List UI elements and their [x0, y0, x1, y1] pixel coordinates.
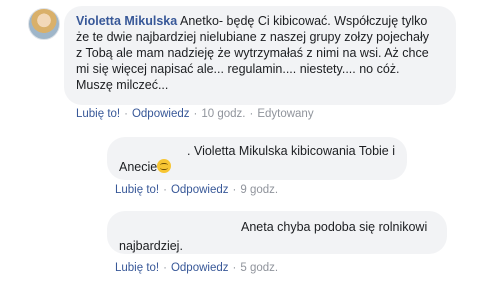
comment-actions: Lubię to! · Odpowiedz · 10 godz. · Edytowany	[76, 108, 314, 120]
separator: ·	[232, 184, 237, 196]
like-link[interactable]: Lubię to!	[76, 108, 120, 120]
separator: ·	[193, 108, 198, 120]
separator: ·	[232, 262, 237, 274]
separator: ·	[163, 262, 167, 274]
comment-text-line-5: Muszę milczeć...	[76, 78, 169, 92]
comment-text-line-4: mi się więcej napisać ale... regulamin..…	[76, 62, 400, 76]
reply-text-line-1: Violetta Mikulska kibicowania Tobie i	[193, 144, 396, 158]
reply-text-line-1: Aneta chyba podoba się rolnikowi	[241, 220, 428, 234]
reply-text-line-2: Anecie	[119, 160, 158, 174]
like-link[interactable]: Lubię to!	[115, 184, 159, 196]
reply-actions: Lubię to! · Odpowiedz · 9 godz.	[115, 184, 278, 196]
timestamp[interactable]: 10 godz.	[201, 108, 245, 120]
comment-text-line-1: Anetko- będę Ci kibicować. Współczuję ty…	[180, 14, 428, 28]
comment-author[interactable]: Violetta Mikulska	[76, 14, 177, 28]
separator: ·	[249, 108, 254, 120]
comment-bubble: Violetta Mikulska Anetko- będę Ci kibico…	[64, 6, 456, 105]
timestamp[interactable]: 9 godz.	[240, 184, 278, 196]
comment-text-line-2: że te dwie najbardziej nielubiane z nasz…	[76, 30, 429, 44]
reply-bubble: Aneta chyba podoba się rolnikowi najbard…	[107, 211, 447, 254]
reply-prefix: .	[187, 144, 191, 158]
reply-link[interactable]: Odpowiedz	[132, 108, 190, 120]
separator: ·	[124, 108, 128, 120]
separator: ·	[163, 184, 167, 196]
smiling-face-icon	[157, 159, 172, 173]
reply-text-line-2: najbardziej.	[119, 239, 183, 253]
edited-label[interactable]: Edytowany	[257, 108, 313, 120]
reply-link[interactable]: Odpowiedz	[171, 262, 229, 274]
comment-text-line-3: z Tobą ale mam nadzieję że wytrzymałaś z…	[76, 46, 429, 60]
reply-actions: Lubię to! · Odpowiedz · 5 godz.	[115, 262, 278, 274]
avatar[interactable]	[28, 8, 60, 40]
timestamp[interactable]: 5 godz.	[240, 262, 278, 274]
reply-bubble: . Violetta Mikulska kibicowania Tobie i …	[107, 137, 407, 180]
reply-link[interactable]: Odpowiedz	[171, 184, 229, 196]
like-link[interactable]: Lubię to!	[115, 262, 159, 274]
